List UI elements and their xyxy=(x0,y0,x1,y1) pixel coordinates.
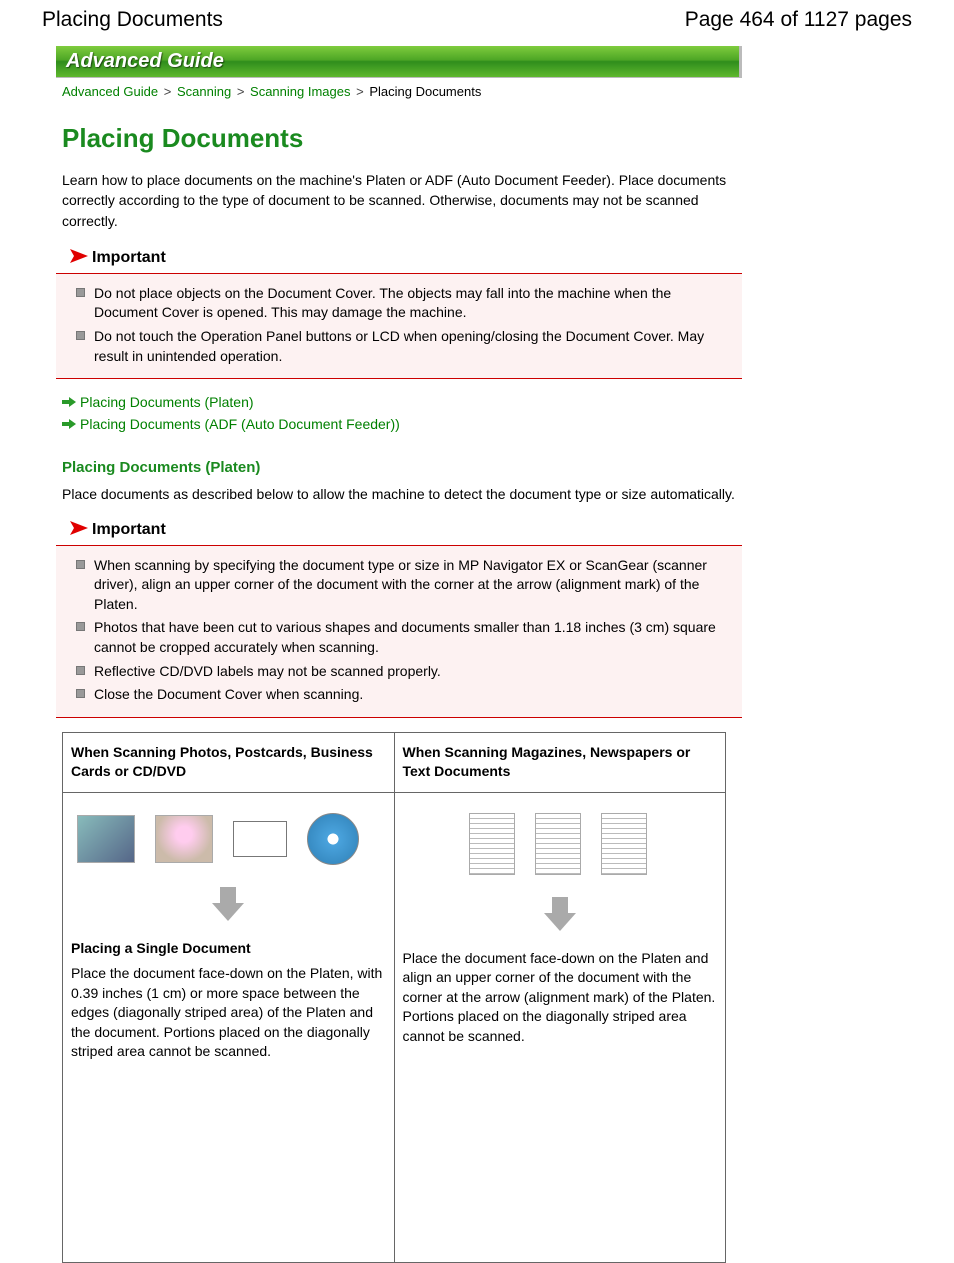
flag-icon xyxy=(68,249,92,267)
page-header: Placing Documents Page 464 of 1127 pages xyxy=(0,0,954,46)
important-label: Important xyxy=(92,521,166,539)
col1-subtitle: Placing a Single Document xyxy=(71,939,386,959)
intro-paragraph: Learn how to place documents on the mach… xyxy=(62,170,742,231)
flag-icon xyxy=(68,521,92,539)
content-area: Advanced Guide Advanced Guide > Scanning… xyxy=(0,46,742,1263)
advanced-guide-banner: Advanced Guide xyxy=(56,46,742,78)
down-arrow-icon xyxy=(71,883,386,929)
important-list: When scanning by specifying the document… xyxy=(56,546,742,717)
section-text-platen: Place documents as described below to al… xyxy=(62,484,742,504)
text-document-thumbnail-icon xyxy=(601,813,647,875)
photo-thumbnail-icon xyxy=(77,815,135,863)
breadcrumb: Advanced Guide > Scanning > Scanning Ima… xyxy=(56,78,742,109)
important-item: Do not place objects on the Document Cov… xyxy=(76,282,734,325)
link-placing-documents-platen[interactable]: Placing Documents (Platen) xyxy=(80,394,254,410)
page-title: Placing Documents xyxy=(62,123,742,154)
important-item: Photos that have been cut to various sha… xyxy=(76,616,734,659)
important-item: Close the Document Cover when scanning. xyxy=(76,683,734,707)
link-placing-documents-adf[interactable]: Placing Documents (ADF (Auto Document Fe… xyxy=(80,416,400,432)
portrait-thumbnail-icon xyxy=(155,815,213,863)
arrow-right-icon xyxy=(62,417,76,431)
cd-thumbnail-icon xyxy=(307,813,359,865)
doc-title: Placing Documents xyxy=(42,8,223,32)
table-header-col1: When Scanning Photos, Postcards, Busines… xyxy=(63,732,395,792)
banner-title: Advanced Guide xyxy=(66,50,224,72)
important-item: Do not touch the Operation Panel buttons… xyxy=(76,325,734,368)
col2-body: Place the document face-down on the Plat… xyxy=(403,949,718,1047)
breadcrumb-current: Placing Documents xyxy=(369,84,481,99)
important-label: Important xyxy=(92,249,166,267)
important-item: When scanning by specifying the document… xyxy=(76,554,734,617)
card-thumbnail-icon xyxy=(233,821,287,857)
down-arrow-icon xyxy=(403,893,718,939)
newspaper-thumbnail-icon xyxy=(535,813,581,875)
important-heading: Important xyxy=(68,521,742,539)
important-box: Do not place objects on the Document Cov… xyxy=(56,273,742,379)
important-heading: Important xyxy=(68,249,742,267)
table-header-col2: When Scanning Magazines, Newspapers or T… xyxy=(394,732,726,792)
breadcrumb-separator: > xyxy=(356,84,364,99)
placement-table: When Scanning Photos, Postcards, Busines… xyxy=(62,732,726,1263)
quick-links: Placing Documents (Platen) Placing Docum… xyxy=(62,391,742,435)
breadcrumb-link-advanced-guide[interactable]: Advanced Guide xyxy=(62,84,158,99)
breadcrumb-separator: > xyxy=(164,84,172,99)
breadcrumb-separator: > xyxy=(237,84,245,99)
important-list: Do not place objects on the Document Cov… xyxy=(56,274,742,378)
table-cell-col2: Place the document face-down on the Plat… xyxy=(394,792,726,1262)
thumbnail-row xyxy=(71,803,386,877)
page-indicator: Page 464 of 1127 pages xyxy=(685,8,912,32)
col1-body: Place the document face-down on the Plat… xyxy=(71,964,386,1062)
arrow-right-icon xyxy=(62,395,76,409)
important-box: When scanning by specifying the document… xyxy=(56,545,742,718)
table-cell-col1: Placing a Single Document Place the docu… xyxy=(63,792,395,1262)
important-item: Reflective CD/DVD labels may not be scan… xyxy=(76,660,734,684)
magazine-thumbnail-icon xyxy=(469,813,515,875)
breadcrumb-link-scanning[interactable]: Scanning xyxy=(177,84,231,99)
breadcrumb-link-scanning-images[interactable]: Scanning Images xyxy=(250,84,350,99)
section-heading-platen: Placing Documents (Platen) xyxy=(62,459,742,476)
thumbnail-row xyxy=(403,803,718,887)
